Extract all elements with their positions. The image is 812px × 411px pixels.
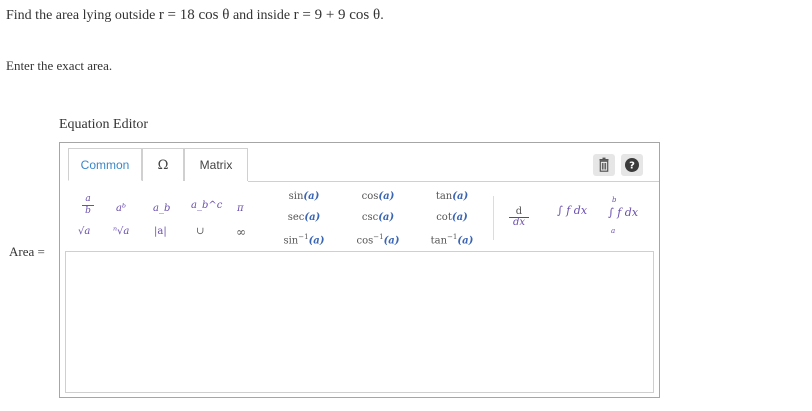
svg-text:?: ? [629, 161, 635, 172]
answer-input[interactable] [65, 251, 654, 393]
tab-symbols[interactable]: Ω [142, 148, 184, 181]
tan-button[interactable]: tan(a) [417, 191, 487, 202]
sec-button[interactable]: sec(a) [269, 212, 339, 223]
power-button[interactable]: aᵇ [116, 203, 126, 214]
question-circle-icon: ? [625, 158, 639, 172]
equation-editor-title: Equation Editor [59, 117, 149, 132]
tab-matrix[interactable]: Matrix [184, 148, 248, 181]
symbol-palette: ab √a aᵇ ⁿ√a a_b |a| a_b^c ∪ π ∞ sin(a) … [60, 182, 659, 252]
help-button[interactable]: ? [621, 154, 643, 176]
arcsin-button[interactable]: sin−1(a) [269, 233, 339, 246]
cos-button[interactable]: cos(a) [343, 191, 413, 202]
subscript-button[interactable]: a_b [153, 203, 170, 214]
definite-integral-button[interactable]: b ∫ f dx a [608, 194, 658, 240]
integral-icon: ∫ f dx [557, 204, 588, 217]
equation-editor: Common Ω Matrix ? ab √a aᵇ ⁿ√a a_b |a| a… [59, 142, 660, 398]
infinity-button[interactable]: ∞ [236, 225, 246, 239]
question-text: Find the area lying outside r = 18 cos θ… [6, 7, 384, 23]
definite-integral-icon: ∫ f dx [608, 206, 639, 219]
cot-button[interactable]: cot(a) [417, 212, 487, 223]
clear-button[interactable] [593, 154, 615, 176]
arccos-button[interactable]: cos−1(a) [343, 233, 413, 246]
editor-tabbar: Common Ω Matrix ? [60, 143, 659, 182]
integral-button[interactable]: ∫ f dx [557, 204, 587, 217]
palette-divider [493, 196, 494, 240]
instruction-text: Enter the exact area. [6, 58, 113, 73]
nth-root-button[interactable]: ⁿ√a [113, 226, 129, 237]
subsup-button[interactable]: a_b^c [191, 200, 222, 211]
absolute-value-button[interactable]: |a| [154, 226, 167, 237]
expression-outside: r = 18 cos θ [158, 7, 230, 23]
union-button[interactable]: ∪ [196, 226, 204, 237]
area-label: Area = [9, 244, 45, 259]
csc-button[interactable]: csc(a) [343, 212, 413, 223]
tab-common[interactable]: Common [68, 148, 142, 181]
trash-icon [599, 157, 609, 172]
arctan-button[interactable]: tan−1(a) [417, 233, 487, 246]
sin-button[interactable]: sin(a) [269, 191, 339, 202]
expression-inside: r = 9 + 9 cos θ [293, 7, 381, 23]
sqrt-button[interactable]: √a [78, 226, 90, 237]
fraction-button[interactable]: ab [82, 195, 94, 216]
pi-button[interactable]: π [237, 203, 244, 214]
derivative-button[interactable]: d dx [509, 207, 529, 228]
